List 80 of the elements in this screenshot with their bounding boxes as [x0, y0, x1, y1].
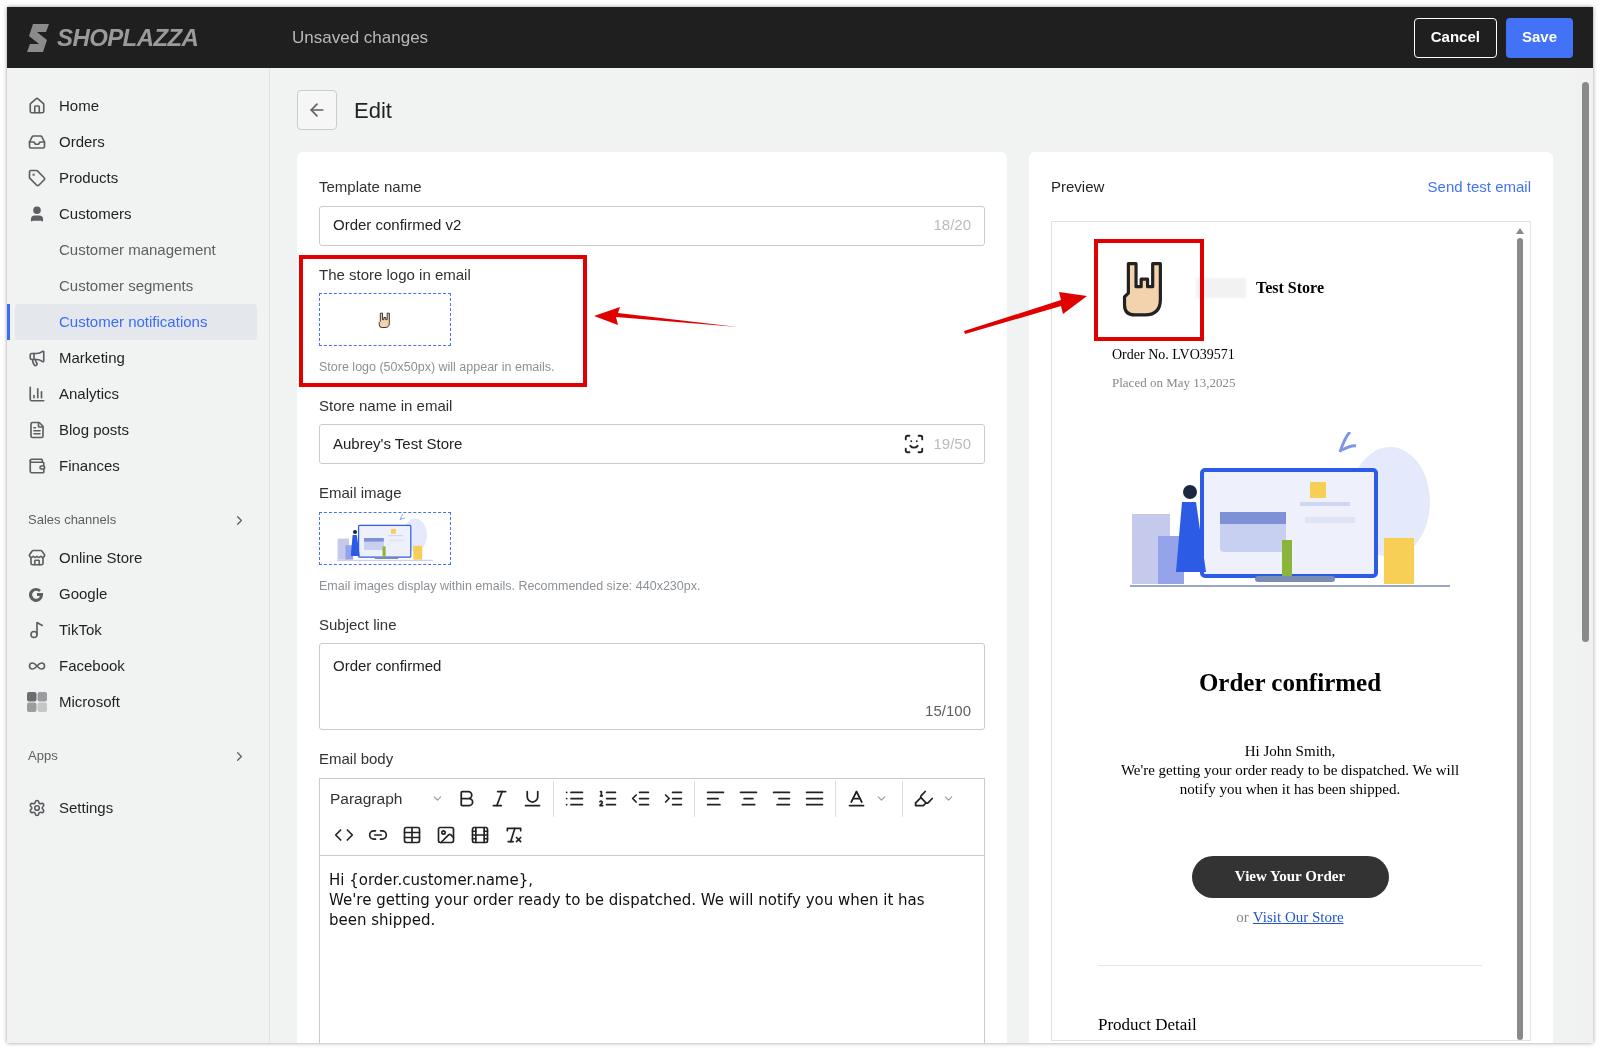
- nav-subitem[interactable]: Customer notifications: [15, 304, 257, 340]
- text-field[interactable]: Order confirmed v2 18/20: [319, 205, 985, 246]
- email-body-text[interactable]: We're getting your order ready to be dispatched. We will notify you when it has been shipped.: [329, 889, 954, 930]
- brand-name: SHOPLAZZA: [57, 22, 199, 53]
- text-area[interactable]: Order confirmed 15/100: [319, 643, 985, 730]
- numbered-list-icon[interactable]: [597, 788, 618, 809]
- nav-item[interactable]: Google: [7, 576, 269, 612]
- image-icon[interactable]: [436, 824, 456, 845]
- highlight-color-icon[interactable]: [913, 788, 934, 809]
- cancel-button[interactable]: Cancel: [1413, 17, 1497, 58]
- nav-item[interactable]: TikTok: [7, 612, 269, 648]
- logo-icon: [27, 23, 51, 52]
- g-letter-icon: [28, 585, 46, 603]
- status-text: Unsaved changes: [292, 26, 429, 49]
- nav-item[interactable]: Orders: [7, 124, 269, 160]
- email-message: We're getting your order ready to be dispatched. We will notify you when it has been shipped.: [1119, 760, 1461, 799]
- field-label: Subject line: [319, 614, 398, 635]
- nav-item[interactable]: Microsoft: [7, 684, 269, 720]
- wallet-icon: [28, 457, 46, 475]
- field-label: Store name in email: [319, 395, 454, 416]
- visit-store-link[interactable]: Visit Our Store: [1252, 905, 1344, 928]
- nav-subitem[interactable]: Customer management: [15, 232, 257, 268]
- nav-item[interactable]: Products: [7, 160, 269, 196]
- nav-item[interactable]: Finances: [7, 448, 269, 484]
- gear-icon: [28, 799, 46, 817]
- save-button[interactable]: Save: [1505, 17, 1573, 58]
- nav-item[interactable]: Settings: [7, 790, 269, 826]
- section-header[interactable]: Sales channels: [7, 500, 269, 540]
- nav-item[interactable]: Home: [7, 88, 269, 124]
- field-label: Template name: [319, 177, 423, 197]
- block-format-dropdown[interactable]: Paragraph: [324, 786, 450, 811]
- video-icon[interactable]: [470, 824, 490, 845]
- text-color-icon[interactable]: [846, 788, 867, 809]
- storefront-icon: [28, 549, 46, 567]
- order-date: Placed on May 13,2025: [1112, 373, 1237, 392]
- home-icon: [28, 97, 46, 115]
- field-label: The store logo in email: [319, 264, 472, 285]
- send-test-email-link[interactable]: Send test email: [1427, 176, 1531, 199]
- preview-title: Preview: [1051, 177, 1105, 197]
- nav-item[interactable]: Blog posts: [7, 412, 269, 448]
- field-hint: Store logo (50x50px) will appear in emails.: [319, 359, 556, 376]
- preview-scrollbar[interactable]: [1516, 227, 1524, 1040]
- four-squares-icon: [27, 692, 47, 712]
- store-name: Test Store: [1256, 277, 1324, 298]
- field-label: Email image: [319, 483, 403, 504]
- page-scrollbar[interactable]: [1577, 68, 1593, 1043]
- image-upload-area[interactable]: [319, 511, 451, 565]
- character-counter: 19/50: [933, 434, 971, 454]
- logo-upload-area[interactable]: [319, 293, 451, 346]
- nav-item[interactable]: Online Store: [7, 540, 269, 576]
- page-title: Edit: [354, 96, 392, 125]
- nav-subitem[interactable]: Customer segments: [15, 268, 257, 304]
- section-header[interactable]: Apps: [7, 736, 269, 776]
- text-field[interactable]: Aubrey's Test Store 19/50: [319, 424, 985, 465]
- nav-item[interactable]: Analytics: [7, 376, 269, 412]
- order-number: Order No. LVO39571: [1112, 345, 1236, 364]
- document-icon: [28, 421, 46, 439]
- email-body-text[interactable]: Hi {order.customer.name},: [329, 869, 954, 890]
- megaphone-icon: [28, 349, 46, 367]
- bar-chart-icon: [28, 385, 46, 403]
- back-button[interactable]: [297, 90, 337, 130]
- email-heading: Order confirmed: [1197, 668, 1383, 698]
- blurred-area: [1196, 277, 1246, 298]
- view-order-button[interactable]: View Your Order: [1191, 855, 1389, 898]
- or-text: or: [1236, 907, 1249, 927]
- table-icon[interactable]: [402, 824, 422, 845]
- person-icon: [28, 205, 46, 223]
- underline-icon[interactable]: [522, 788, 543, 809]
- character-counter: 18/20: [933, 215, 971, 236]
- field-label: Email body: [319, 749, 395, 769]
- nav-item[interactable]: Marketing: [7, 340, 269, 376]
- email-greeting: Hi John Smith,: [1243, 741, 1337, 761]
- tag-icon: [28, 169, 46, 187]
- character-counter: 15/100: [925, 700, 971, 721]
- field-hint: Email images display within emails. Recommended size: 440x230px.: [319, 577, 702, 595]
- section-title: Product Detail: [1098, 1014, 1198, 1036]
- nav-item[interactable]: Customers: [7, 196, 269, 232]
- inbox-icon: [28, 133, 46, 151]
- nav-item[interactable]: Facebook: [7, 648, 269, 684]
- music-note-icon: [28, 621, 46, 639]
